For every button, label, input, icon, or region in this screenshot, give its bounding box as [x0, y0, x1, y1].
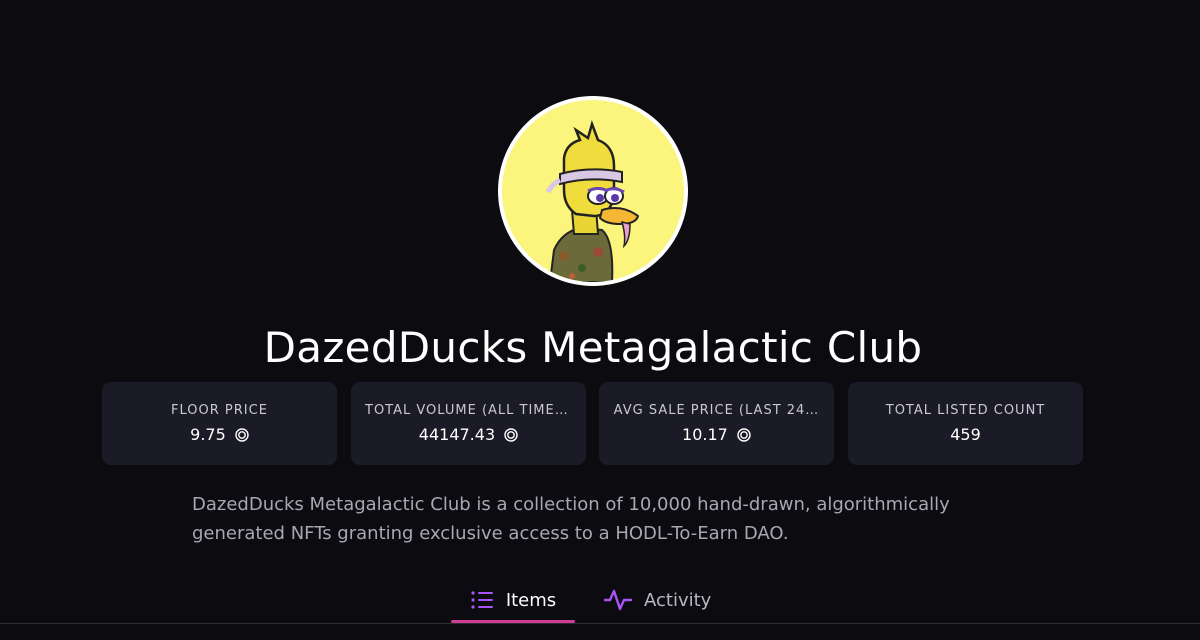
tab-label: Activity [644, 589, 712, 611]
stat-label: TOTAL LISTED COUNT [885, 403, 1046, 418]
stat-card-avg-sale-price: AVG SALE PRICE (LAST 24… 10.17 [599, 382, 834, 465]
collection-avatar [498, 96, 688, 286]
collection-title: DazedDucks Metagalactic Club [263, 323, 923, 372]
stat-value: 44147.43 [365, 425, 572, 447]
stat-label: TOTAL VOLUME (ALL TIME,… [365, 403, 572, 418]
stat-card-floor-price: FLOOR PRICE 9.75 [102, 382, 337, 465]
stat-value-text: 44147.43 [418, 425, 496, 444]
stat-value: 9.75 [116, 425, 323, 447]
stat-value-text: 10.17 [682, 425, 728, 444]
list-icon [470, 590, 494, 610]
stat-label: FLOOR PRICE [171, 403, 268, 418]
stat-card-total-listed: TOTAL LISTED COUNT 459 [848, 382, 1083, 465]
stat-value-text: 9.75 [190, 425, 226, 444]
sol-coin-icon [504, 427, 518, 447]
collection-description: DazedDucks Metagalactic Club is a collec… [192, 494, 950, 544]
duck-illustration [545, 120, 640, 282]
tab-activity[interactable]: Activity [598, 578, 728, 622]
tab-bar: Items Activity [0, 578, 1200, 626]
stat-value: 459 [862, 425, 1069, 445]
stat-label: AVG SALE PRICE (LAST 24… [613, 403, 820, 418]
tab-items[interactable]: Items [451, 578, 575, 622]
stats-row: FLOOR PRICE 9.75 TOTAL VOLUME (ALL TIME,… [102, 382, 1083, 465]
stat-card-total-volume: TOTAL VOLUME (ALL TIME,… 44147.43 [351, 382, 586, 465]
stat-value-text: 459 [950, 425, 981, 444]
sol-coin-icon [737, 427, 751, 447]
tab-divider [0, 623, 1200, 624]
collection-page: DazedDucks Metagalactic Club FLOOR PRICE… [0, 0, 1200, 640]
stat-value: 10.17 [613, 425, 820, 447]
tab-label: Items [505, 589, 557, 611]
avatar-image [502, 100, 684, 282]
sol-coin-icon [235, 427, 249, 447]
activity-pulse-icon [604, 588, 632, 612]
